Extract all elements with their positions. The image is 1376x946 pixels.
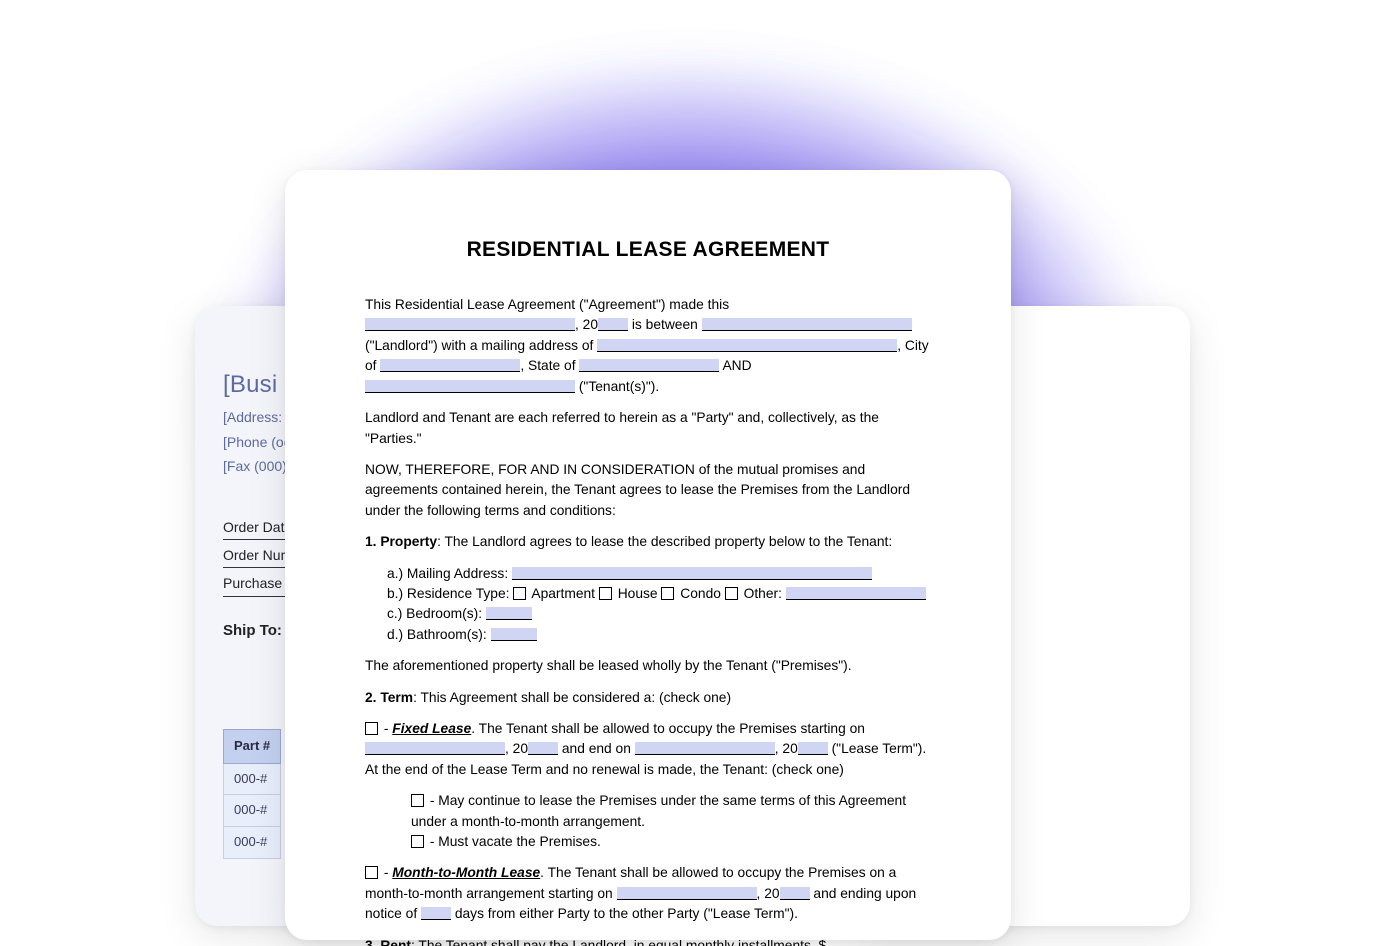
fixed-lease-option: - Fixed Lease. The Tenant shall be allow…: [365, 719, 931, 780]
order-date-label: Order Date: [223, 516, 292, 540]
blank-landlord[interactable]: [702, 318, 912, 331]
parties-line: Landlord and Tenant are each referred to…: [365, 408, 931, 449]
document-title: RESIDENTIAL LEASE AGREEMENT: [365, 234, 931, 265]
order-number-label: Order Num: [223, 544, 292, 568]
fixed-lease-suboptions: - May continue to lease the Premises und…: [411, 791, 931, 852]
table-row: 000-#: [224, 827, 281, 859]
blank-bedrooms[interactable]: [486, 607, 532, 620]
checkbox-other[interactable]: [725, 587, 738, 600]
blank-state[interactable]: [579, 359, 719, 372]
checkbox-must-vacate[interactable]: [411, 835, 424, 848]
section-2: 2. Term: This Agreement shall be conside…: [365, 688, 931, 708]
checkbox-apartment[interactable]: [513, 587, 526, 600]
blank-tenant[interactable]: [365, 380, 575, 393]
blank-start-date[interactable]: [365, 742, 505, 755]
table-row: 000-#: [224, 763, 281, 795]
blank-bathrooms[interactable]: [491, 628, 537, 641]
parts-table-header: Part #: [224, 729, 281, 763]
blank-end-year[interactable]: [798, 742, 828, 755]
section-1: 1. Property: The Landlord agrees to leas…: [365, 532, 931, 552]
blank-city[interactable]: [380, 359, 520, 372]
checkbox-mtm-lease[interactable]: [365, 866, 378, 879]
blank-notice-days[interactable]: [421, 907, 451, 920]
prop-residence-type: b.) Residence Type: Apartment House Cond…: [387, 584, 931, 604]
checkbox-condo[interactable]: [661, 587, 674, 600]
premises-line: The aforementioned property shall be lea…: [365, 656, 931, 676]
checkbox-may-continue[interactable]: [411, 794, 424, 807]
blank-mtm-date[interactable]: [617, 887, 757, 900]
intro-paragraph: This Residential Lease Agreement ("Agree…: [365, 295, 931, 397]
parts-table: Part # 000-# 000-# 000-#: [223, 729, 281, 859]
blank-date[interactable]: [365, 318, 575, 331]
mtm-lease-option: - Month-to-Month Lease. The Tenant shall…: [365, 863, 931, 924]
checkbox-fixed-lease[interactable]: [365, 722, 378, 735]
prop-mailing: a.) Mailing Address:: [387, 564, 931, 584]
property-details: a.) Mailing Address: b.) Residence Type:…: [387, 564, 931, 646]
prop-bathrooms: d.) Bathroom(s):: [387, 625, 931, 645]
now-therefore: NOW, THEREFORE, FOR AND IN CONSIDERATION…: [365, 460, 931, 521]
blank-year[interactable]: [598, 318, 628, 331]
table-row: 000-#: [224, 795, 281, 827]
blank-other-type[interactable]: [786, 587, 926, 600]
card-lease-agreement: RESIDENTIAL LEASE AGREEMENT This Residen…: [285, 170, 1011, 940]
blank-start-year[interactable]: [528, 742, 558, 755]
stage: [Busi [Address: - [Phone (oc [Fax (000) …: [0, 0, 1376, 946]
blank-mailing-address[interactable]: [512, 567, 872, 580]
blank-end-date[interactable]: [635, 742, 775, 755]
blank-address[interactable]: [597, 339, 897, 352]
prop-bedrooms: c.) Bedroom(s):: [387, 604, 931, 624]
checkbox-house[interactable]: [599, 587, 612, 600]
blank-mtm-year[interactable]: [780, 887, 810, 900]
section-3: 3. Rent: The Tenant shall pay the Landlo…: [365, 936, 931, 946]
